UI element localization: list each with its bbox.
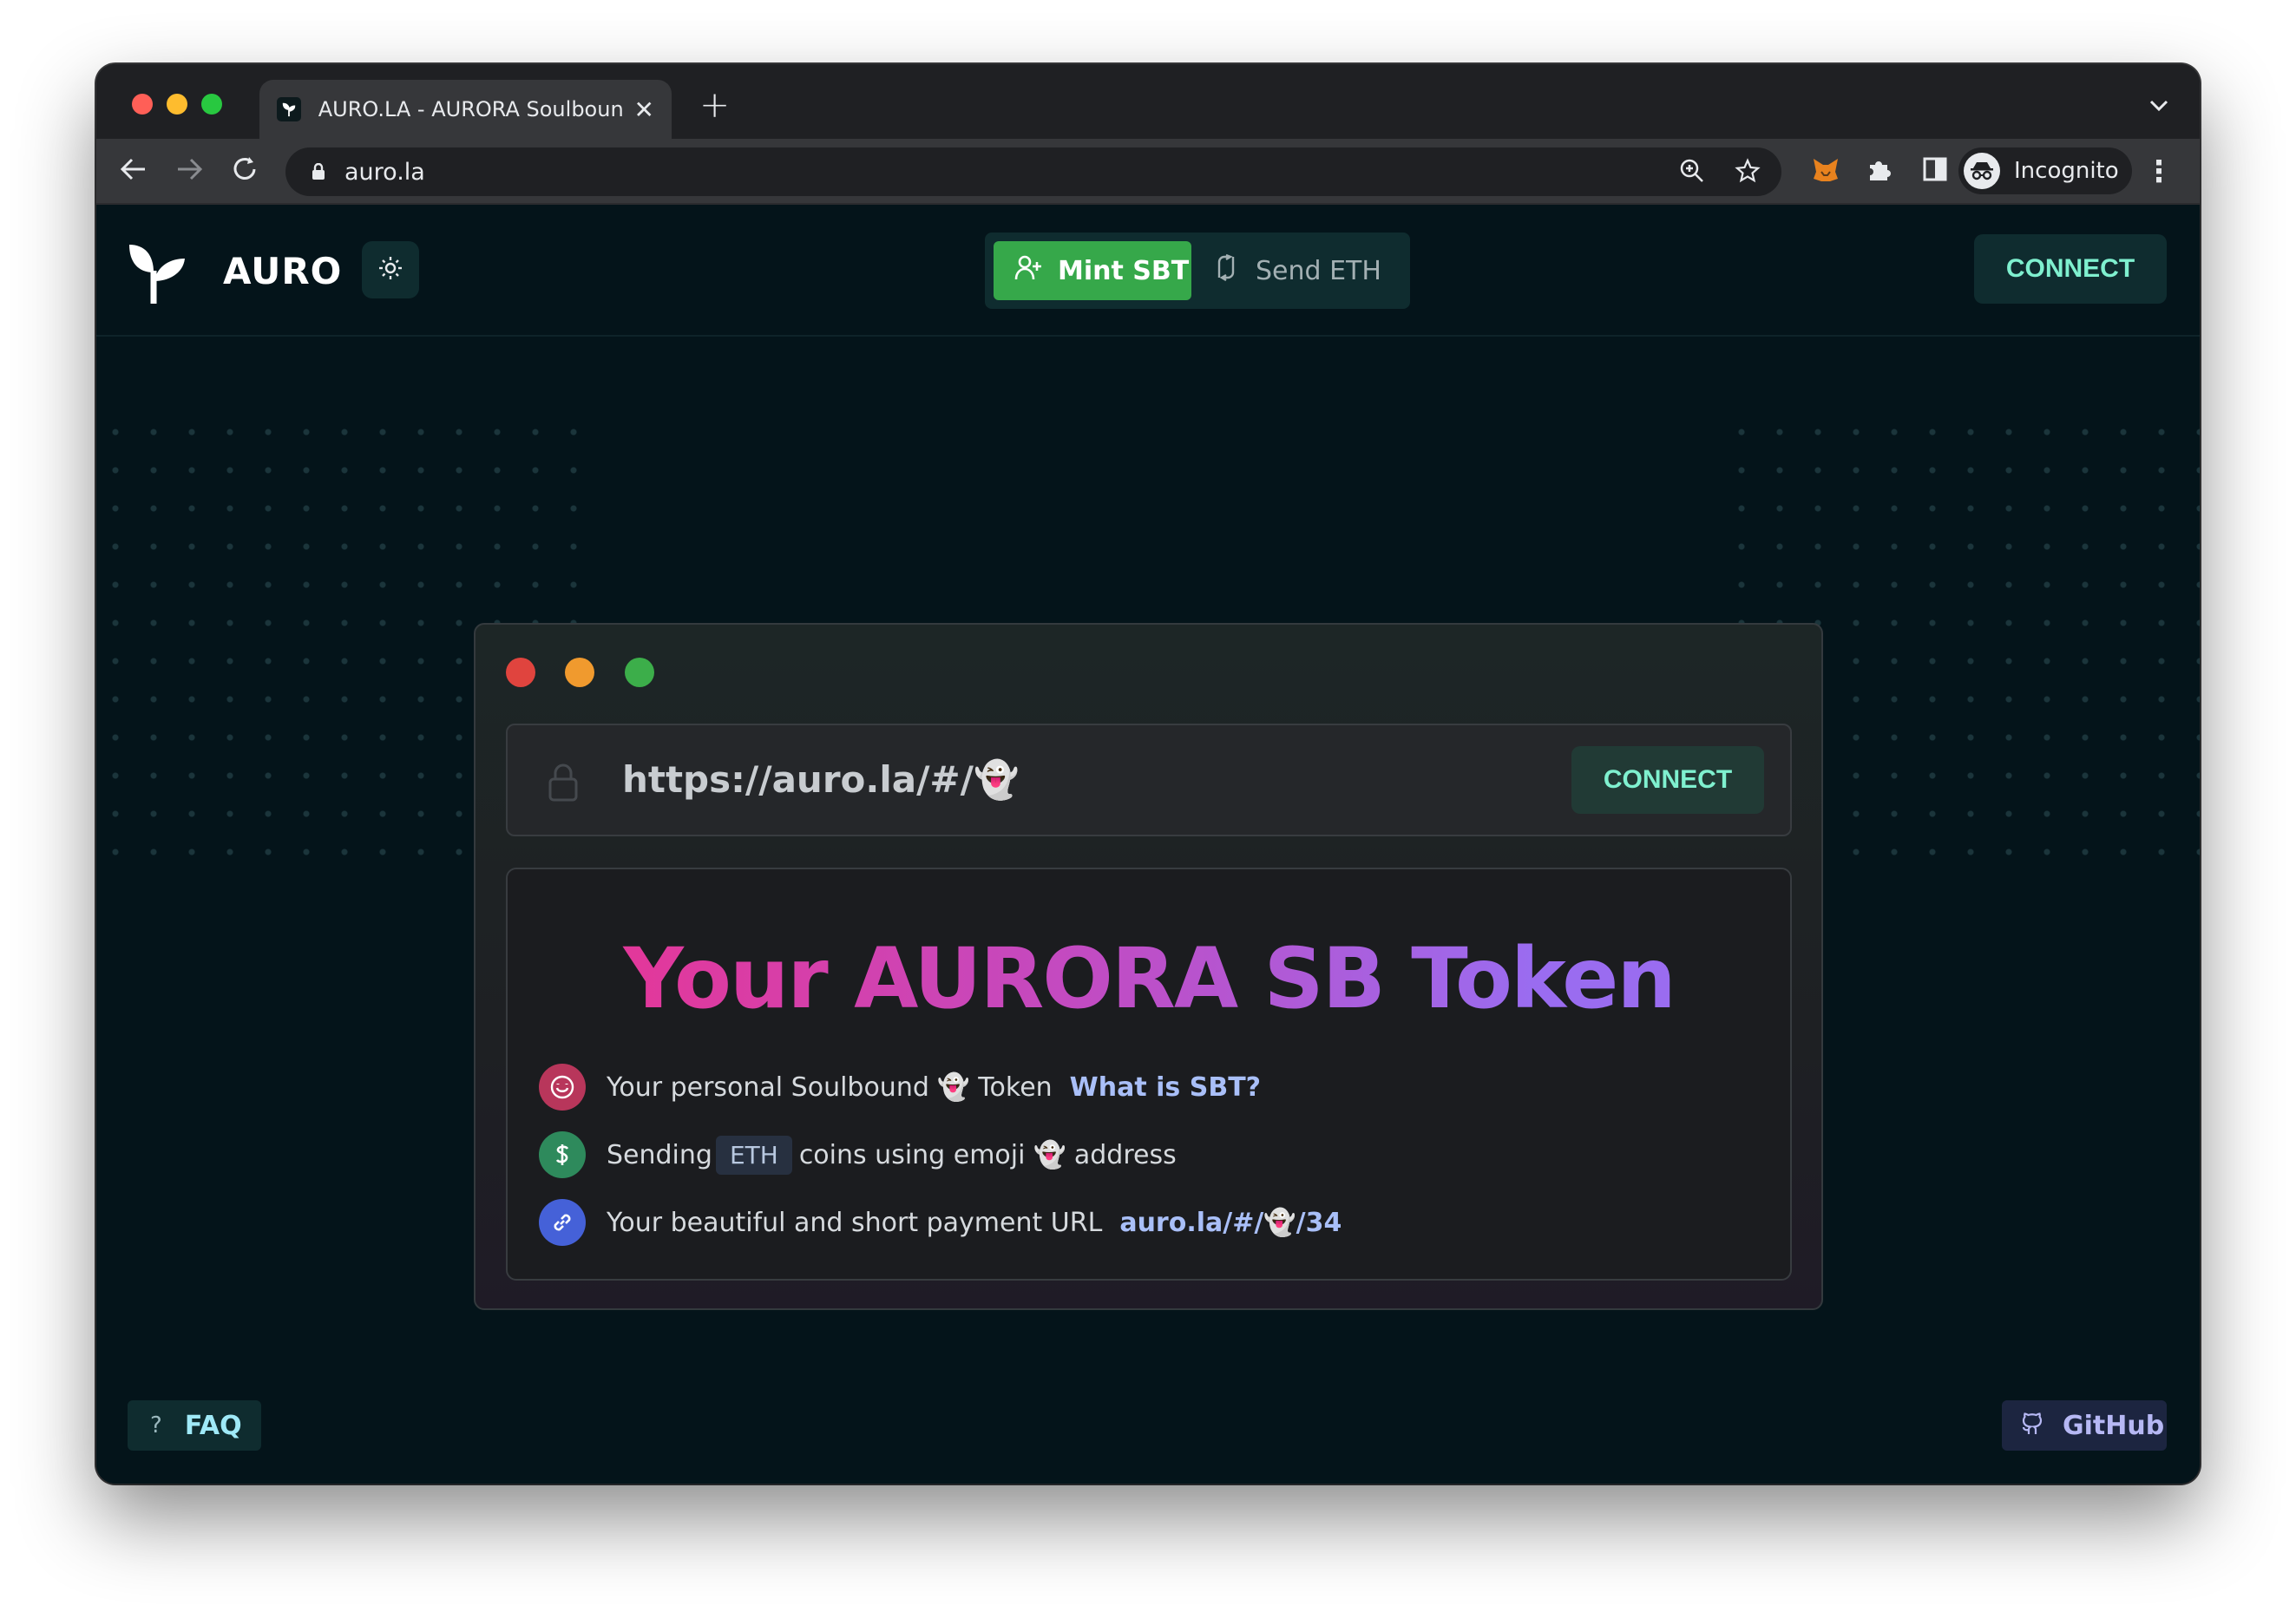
what-is-sbt-link[interactable]: What is SBT? xyxy=(1070,1072,1261,1103)
mock-close-dot xyxy=(506,658,535,687)
mint-sbt-label: Mint SBT xyxy=(1058,255,1190,286)
address-text: auro.la xyxy=(344,158,425,186)
forward-arrow-icon[interactable] xyxy=(174,154,204,190)
feature-text-url: Your beautiful and short payment URL xyxy=(607,1207,1103,1238)
link-icon xyxy=(539,1199,586,1246)
dollar-icon xyxy=(539,1131,586,1178)
emoji-url-bar: https://auro.la/#/👻 CONNECT xyxy=(506,724,1792,836)
sprout-logo-icon[interactable] xyxy=(128,236,188,309)
extensions-puzzle-icon[interactable] xyxy=(1866,156,1894,191)
faq-button[interactable]: ? FAQ xyxy=(128,1400,261,1451)
smile-icon xyxy=(539,1064,586,1111)
user-plus-icon xyxy=(1014,253,1042,288)
zoom-icon[interactable] xyxy=(1679,158,1705,191)
payment-url-link[interactable]: auro.la/#/👻/34 xyxy=(1119,1208,1342,1238)
maximize-window-button[interactable] xyxy=(201,94,222,115)
back-arrow-icon[interactable] xyxy=(119,154,148,190)
brand-name: AURO xyxy=(223,250,343,292)
emoji-url-text: https://auro.la/#/👻 xyxy=(622,758,1020,801)
github-label: GitHub xyxy=(2063,1410,2165,1441)
connect-wallet-button[interactable]: CONNECT xyxy=(1974,234,2167,304)
question-mark-icon: ? xyxy=(150,1412,162,1438)
send-eth-tab[interactable]: Send ETH xyxy=(1212,241,1381,300)
browser-tab[interactable]: AURO.LA - AURORA Soulbound ✕ xyxy=(259,80,672,139)
padlock-icon xyxy=(548,762,579,805)
bookmark-star-icon[interactable] xyxy=(1735,158,1761,191)
page: AURO Mint SBT Send ETH CONNECT https://a… xyxy=(96,205,2200,1484)
theme-toggle-button[interactable] xyxy=(362,241,419,298)
minimize-window-button[interactable] xyxy=(167,94,187,115)
browser-window: AURO.LA - AURORA Soulbound ✕ + auro.la I… xyxy=(96,64,2200,1484)
feature-row-sbt: Your personal Soulbound 👻 Token What is … xyxy=(539,1064,1261,1111)
browser-toolbar: auro.la Incognito ⋮ xyxy=(96,139,2200,205)
tab-title: AURO.LA - AURORA Soulbound xyxy=(318,97,624,121)
new-tab-button[interactable]: + xyxy=(699,87,730,123)
send-eth-label: Send ETH xyxy=(1256,255,1381,286)
mock-maximize-dot xyxy=(625,658,654,687)
feature-row-eth: Sending ETH coins using emoji 👻 address xyxy=(539,1131,1177,1178)
incognito-icon xyxy=(1964,153,2000,189)
token-info-panel: Your AURORA SB Token Your personal Soulb… xyxy=(506,868,1792,1281)
browser-menu-icon[interactable]: ⋮ xyxy=(2144,154,2174,189)
card-connect-button[interactable]: CONNECT xyxy=(1571,746,1764,814)
github-button[interactable]: GitHub xyxy=(2002,1400,2167,1451)
mock-minimize-dot xyxy=(565,658,594,687)
eth-chip: ETH xyxy=(715,1135,792,1175)
feature-text-sbt: Your personal Soulbound 👻 Token xyxy=(607,1071,1053,1103)
headline: Your AURORA SB Token xyxy=(508,930,1790,1027)
faq-label: FAQ xyxy=(184,1410,242,1441)
feature-text-sending: Sending xyxy=(607,1139,712,1170)
close-tab-icon[interactable]: ✕ xyxy=(634,95,654,124)
address-bar[interactable]: auro.la xyxy=(285,147,1781,196)
mint-sbt-tab[interactable]: Mint SBT xyxy=(994,241,1191,300)
mode-switch: Mint SBT Send ETH xyxy=(985,233,1410,309)
site-header: AURO Mint SBT Send ETH CONNECT xyxy=(96,205,2200,337)
side-panel-icon[interactable] xyxy=(1922,156,1948,189)
incognito-profile-button[interactable]: Incognito xyxy=(1958,147,2132,194)
sprout-favicon-icon xyxy=(277,97,301,121)
github-icon xyxy=(2019,1411,2045,1440)
lock-icon xyxy=(312,162,325,180)
tab-search-chevron-icon[interactable] xyxy=(2149,95,2168,117)
feature-row-url: Your beautiful and short payment URL aur… xyxy=(539,1199,1342,1246)
reload-icon[interactable] xyxy=(230,154,259,190)
sun-icon xyxy=(377,255,403,285)
incognito-label: Incognito xyxy=(2014,158,2119,184)
metamask-fox-icon[interactable] xyxy=(1811,156,1840,191)
close-window-button[interactable] xyxy=(132,94,153,115)
transfer-arrows-icon xyxy=(1212,253,1240,288)
mint-card: https://auro.la/#/👻 CONNECT Your AURORA … xyxy=(474,623,1823,1310)
tab-bar: AURO.LA - AURORA Soulbound ✕ + xyxy=(96,64,2200,139)
feature-text-coins: coins using emoji 👻 address xyxy=(798,1139,1177,1170)
